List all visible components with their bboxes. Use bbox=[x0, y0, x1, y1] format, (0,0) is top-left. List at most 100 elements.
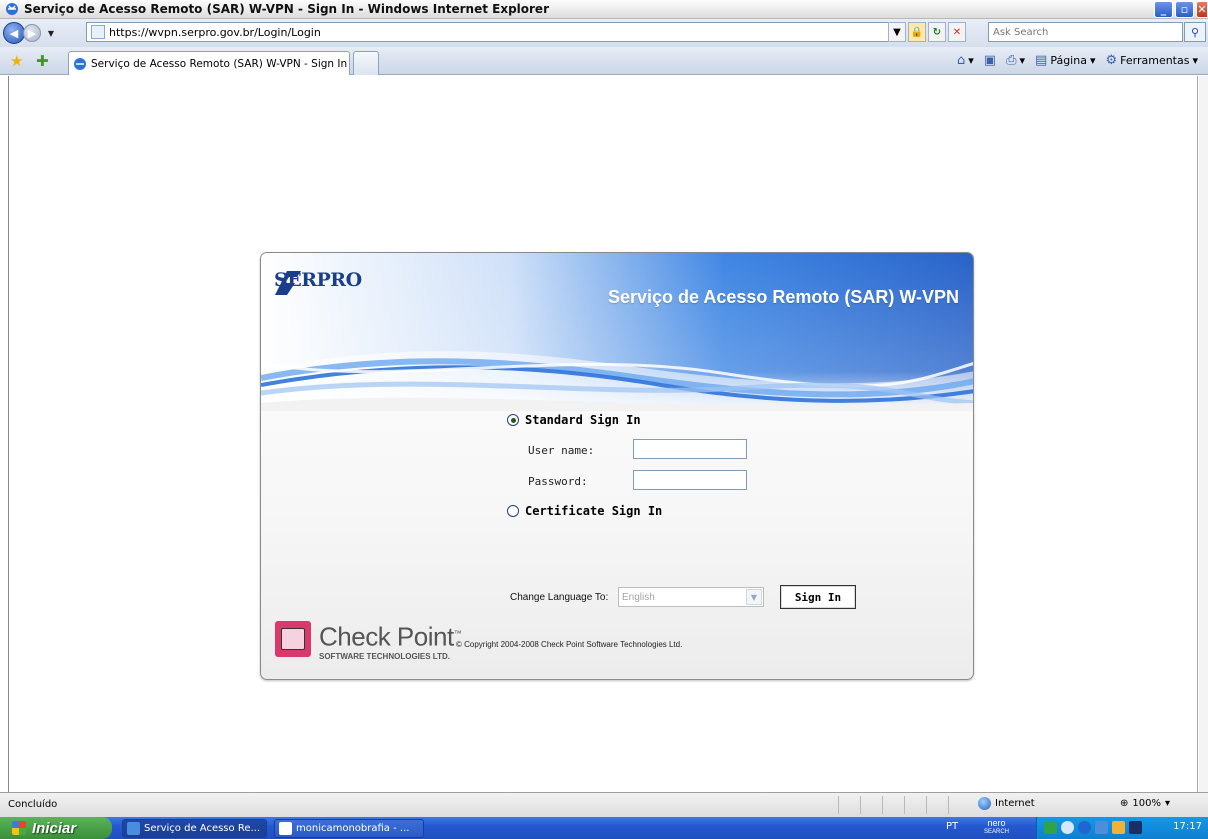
checkpoint-mark-icon bbox=[275, 621, 311, 657]
maximize-button[interactable]: ▫ bbox=[1175, 1, 1194, 18]
username-input[interactable] bbox=[633, 439, 747, 459]
lock-icon[interactable]: 🔒 bbox=[908, 22, 926, 42]
recent-pages-dropdown[interactable]: ▼ bbox=[45, 29, 57, 38]
language-label: Change Language To: bbox=[510, 592, 609, 603]
login-banner: SERPRO Serviço de Acesso Remoto (SAR) W-… bbox=[261, 253, 973, 411]
print-button[interactable]: ⎙ ▾ bbox=[1006, 53, 1025, 68]
login-panel: SERPRO Serviço de Acesso Remoto (SAR) W-… bbox=[260, 252, 974, 680]
status-panels bbox=[838, 796, 970, 814]
word-document-icon bbox=[279, 822, 292, 835]
nero-sub-label: SEARCH bbox=[984, 829, 1010, 835]
checkpoint-logo: Check Point™ SOFTWARE TECHNOLOGIES LTD. bbox=[275, 621, 462, 661]
new-tab-button[interactable] bbox=[353, 51, 379, 75]
vendor-subtitle: SOFTWARE TECHNOLOGIES LTD. bbox=[319, 651, 450, 661]
standard-signin-option[interactable]: Standard Sign In bbox=[507, 413, 641, 427]
forward-button[interactable]: ▶ bbox=[23, 24, 41, 42]
window-title: Serviço de Acesso Remoto (SAR) W-VPN - S… bbox=[24, 2, 549, 16]
radio-selected-dot bbox=[510, 417, 516, 423]
vendor-name-text: Check Point bbox=[319, 621, 454, 652]
search-icon[interactable]: ⚲ bbox=[1184, 22, 1206, 42]
tray-security-icon[interactable] bbox=[1112, 821, 1125, 834]
page-heading: Serviço de Acesso Remoto (SAR) W-VPN bbox=[607, 287, 959, 307]
address-dropdown-button[interactable]: ▼ bbox=[888, 22, 906, 42]
ie-taskbar-icon bbox=[127, 822, 140, 835]
page-menu[interactable]: ▤ Página ▾ bbox=[1035, 53, 1095, 68]
taskbar-item-browser[interactable]: Serviço de Acesso Re... bbox=[122, 819, 267, 838]
standard-signin-radio[interactable] bbox=[507, 414, 519, 426]
serpro-s-icon bbox=[275, 271, 301, 295]
zoom-level: 100% bbox=[1132, 798, 1161, 809]
tray-update-icon[interactable] bbox=[1129, 821, 1142, 834]
nero-search-icon[interactable]: nero SEARCH bbox=[984, 819, 1009, 837]
tray-icons bbox=[1044, 821, 1142, 834]
page-icon: ▤ bbox=[1035, 53, 1048, 68]
certificate-signin-label: Certificate Sign In bbox=[525, 504, 663, 518]
language-select[interactable]: English ▼ bbox=[618, 587, 764, 607]
address-url[interactable]: https://wvpn.serpro.gov.br/Login/Login bbox=[109, 26, 321, 39]
address-bar[interactable]: https://wvpn.serpro.gov.br/Login/Login bbox=[86, 22, 904, 42]
zone-label: Internet bbox=[995, 798, 1035, 809]
page-menu-label: Página bbox=[1050, 54, 1087, 67]
tab-sign-in[interactable]: Serviço de Acesso Remoto (SAR) W-VPN - S… bbox=[68, 51, 350, 75]
zoom-control[interactable]: ⊕ 100% ▾ bbox=[1120, 798, 1170, 809]
standard-signin-label: Standard Sign In bbox=[525, 413, 641, 427]
ie-logo-icon bbox=[6, 3, 18, 15]
banner-wave-graphic bbox=[261, 253, 973, 411]
back-button[interactable]: ◀ bbox=[3, 22, 25, 44]
sign-in-button[interactable]: Sign In bbox=[780, 585, 856, 609]
close-button[interactable]: ✕ bbox=[1196, 1, 1208, 18]
zoom-dropdown-icon[interactable]: ▾ bbox=[1165, 798, 1170, 809]
tray-back-icon[interactable] bbox=[1061, 821, 1074, 834]
feeds-button[interactable]: ▣ bbox=[984, 53, 996, 68]
refresh-button[interactable]: ↻ bbox=[928, 22, 946, 42]
password-input[interactable] bbox=[633, 470, 747, 490]
tab-bar: ★ ✚ Serviço de Acesso Remoto (SAR) W-VPN… bbox=[0, 47, 1208, 75]
clock[interactable]: 17:17 bbox=[1173, 821, 1202, 832]
taskbar-item-label: Serviço de Acesso Re... bbox=[144, 823, 261, 834]
security-zone[interactable]: Internet bbox=[978, 797, 1035, 810]
home-icon: ⌂ bbox=[956, 53, 966, 68]
vendor-trademark: ™ bbox=[453, 629, 462, 638]
tools-menu[interactable]: ⚙ Ferramentas ▾ bbox=[1105, 53, 1198, 68]
status-bar: Concluído Internet ⊕ 100% ▾ bbox=[0, 792, 1208, 817]
tools-menu-label: Ferramentas bbox=[1120, 54, 1190, 67]
serpro-logo: SERPRO bbox=[273, 269, 362, 295]
add-favorites-icon[interactable]: ✚ bbox=[36, 53, 52, 69]
taskbar-item-document[interactable]: monicamonobrafia - ... bbox=[274, 819, 424, 838]
password-label: Password: bbox=[528, 475, 588, 488]
stop-button[interactable]: ✕ bbox=[948, 22, 966, 42]
globe-icon bbox=[978, 797, 991, 810]
gear-icon: ⚙ bbox=[1105, 53, 1118, 68]
navigation-bar: ◀ ▶ ▼ https://wvpn.serpro.gov.br/Login/L… bbox=[0, 19, 1208, 47]
favorites-star-icon[interactable]: ★ bbox=[10, 53, 26, 69]
tray-network-icon[interactable] bbox=[1078, 821, 1091, 834]
vendor-name: Check Point™ bbox=[319, 621, 462, 652]
tray-volume-icon[interactable] bbox=[1095, 821, 1108, 834]
chevron-down-icon[interactable]: ▼ bbox=[746, 589, 762, 605]
copyright-text: © Copyright 2004-2008 Check Point Softwa… bbox=[456, 640, 683, 649]
printer-icon: ⎙ bbox=[1006, 53, 1017, 68]
start-button[interactable]: Iniciar bbox=[0, 817, 112, 839]
ie-page-icon bbox=[74, 57, 86, 70]
vertical-scrollbar[interactable] bbox=[1199, 76, 1208, 792]
tray-arrow-icon[interactable] bbox=[1044, 821, 1057, 834]
search-input[interactable]: Ask Search bbox=[988, 22, 1183, 42]
certificate-signin-radio[interactable] bbox=[507, 505, 519, 517]
nero-label: nero bbox=[987, 818, 1006, 828]
windows-logo-icon bbox=[12, 821, 26, 835]
home-button[interactable]: ⌂ ▾ bbox=[957, 53, 974, 68]
username-label: User name: bbox=[528, 444, 595, 457]
taskbar: Iniciar Serviço de Acesso Re... monicamo… bbox=[0, 817, 1208, 839]
language-indicator[interactable]: PT bbox=[946, 821, 958, 832]
zoom-icon: ⊕ bbox=[1120, 798, 1129, 809]
certificate-signin-option[interactable]: Certificate Sign In bbox=[507, 504, 662, 518]
minimize-button[interactable]: _ bbox=[1154, 1, 1173, 18]
tab-label: Serviço de Acesso Remoto (SAR) W-VPN - S… bbox=[91, 57, 348, 70]
rss-icon: ▣ bbox=[983, 53, 997, 68]
status-text: Concluído bbox=[8, 799, 58, 810]
page-icon bbox=[91, 25, 105, 39]
language-value: English bbox=[622, 591, 655, 603]
title-bar: Serviço de Acesso Remoto (SAR) W-VPN - S… bbox=[0, 0, 1208, 19]
start-label: Iniciar bbox=[32, 819, 77, 837]
taskbar-item-label: monicamonobrafia - ... bbox=[296, 823, 410, 834]
